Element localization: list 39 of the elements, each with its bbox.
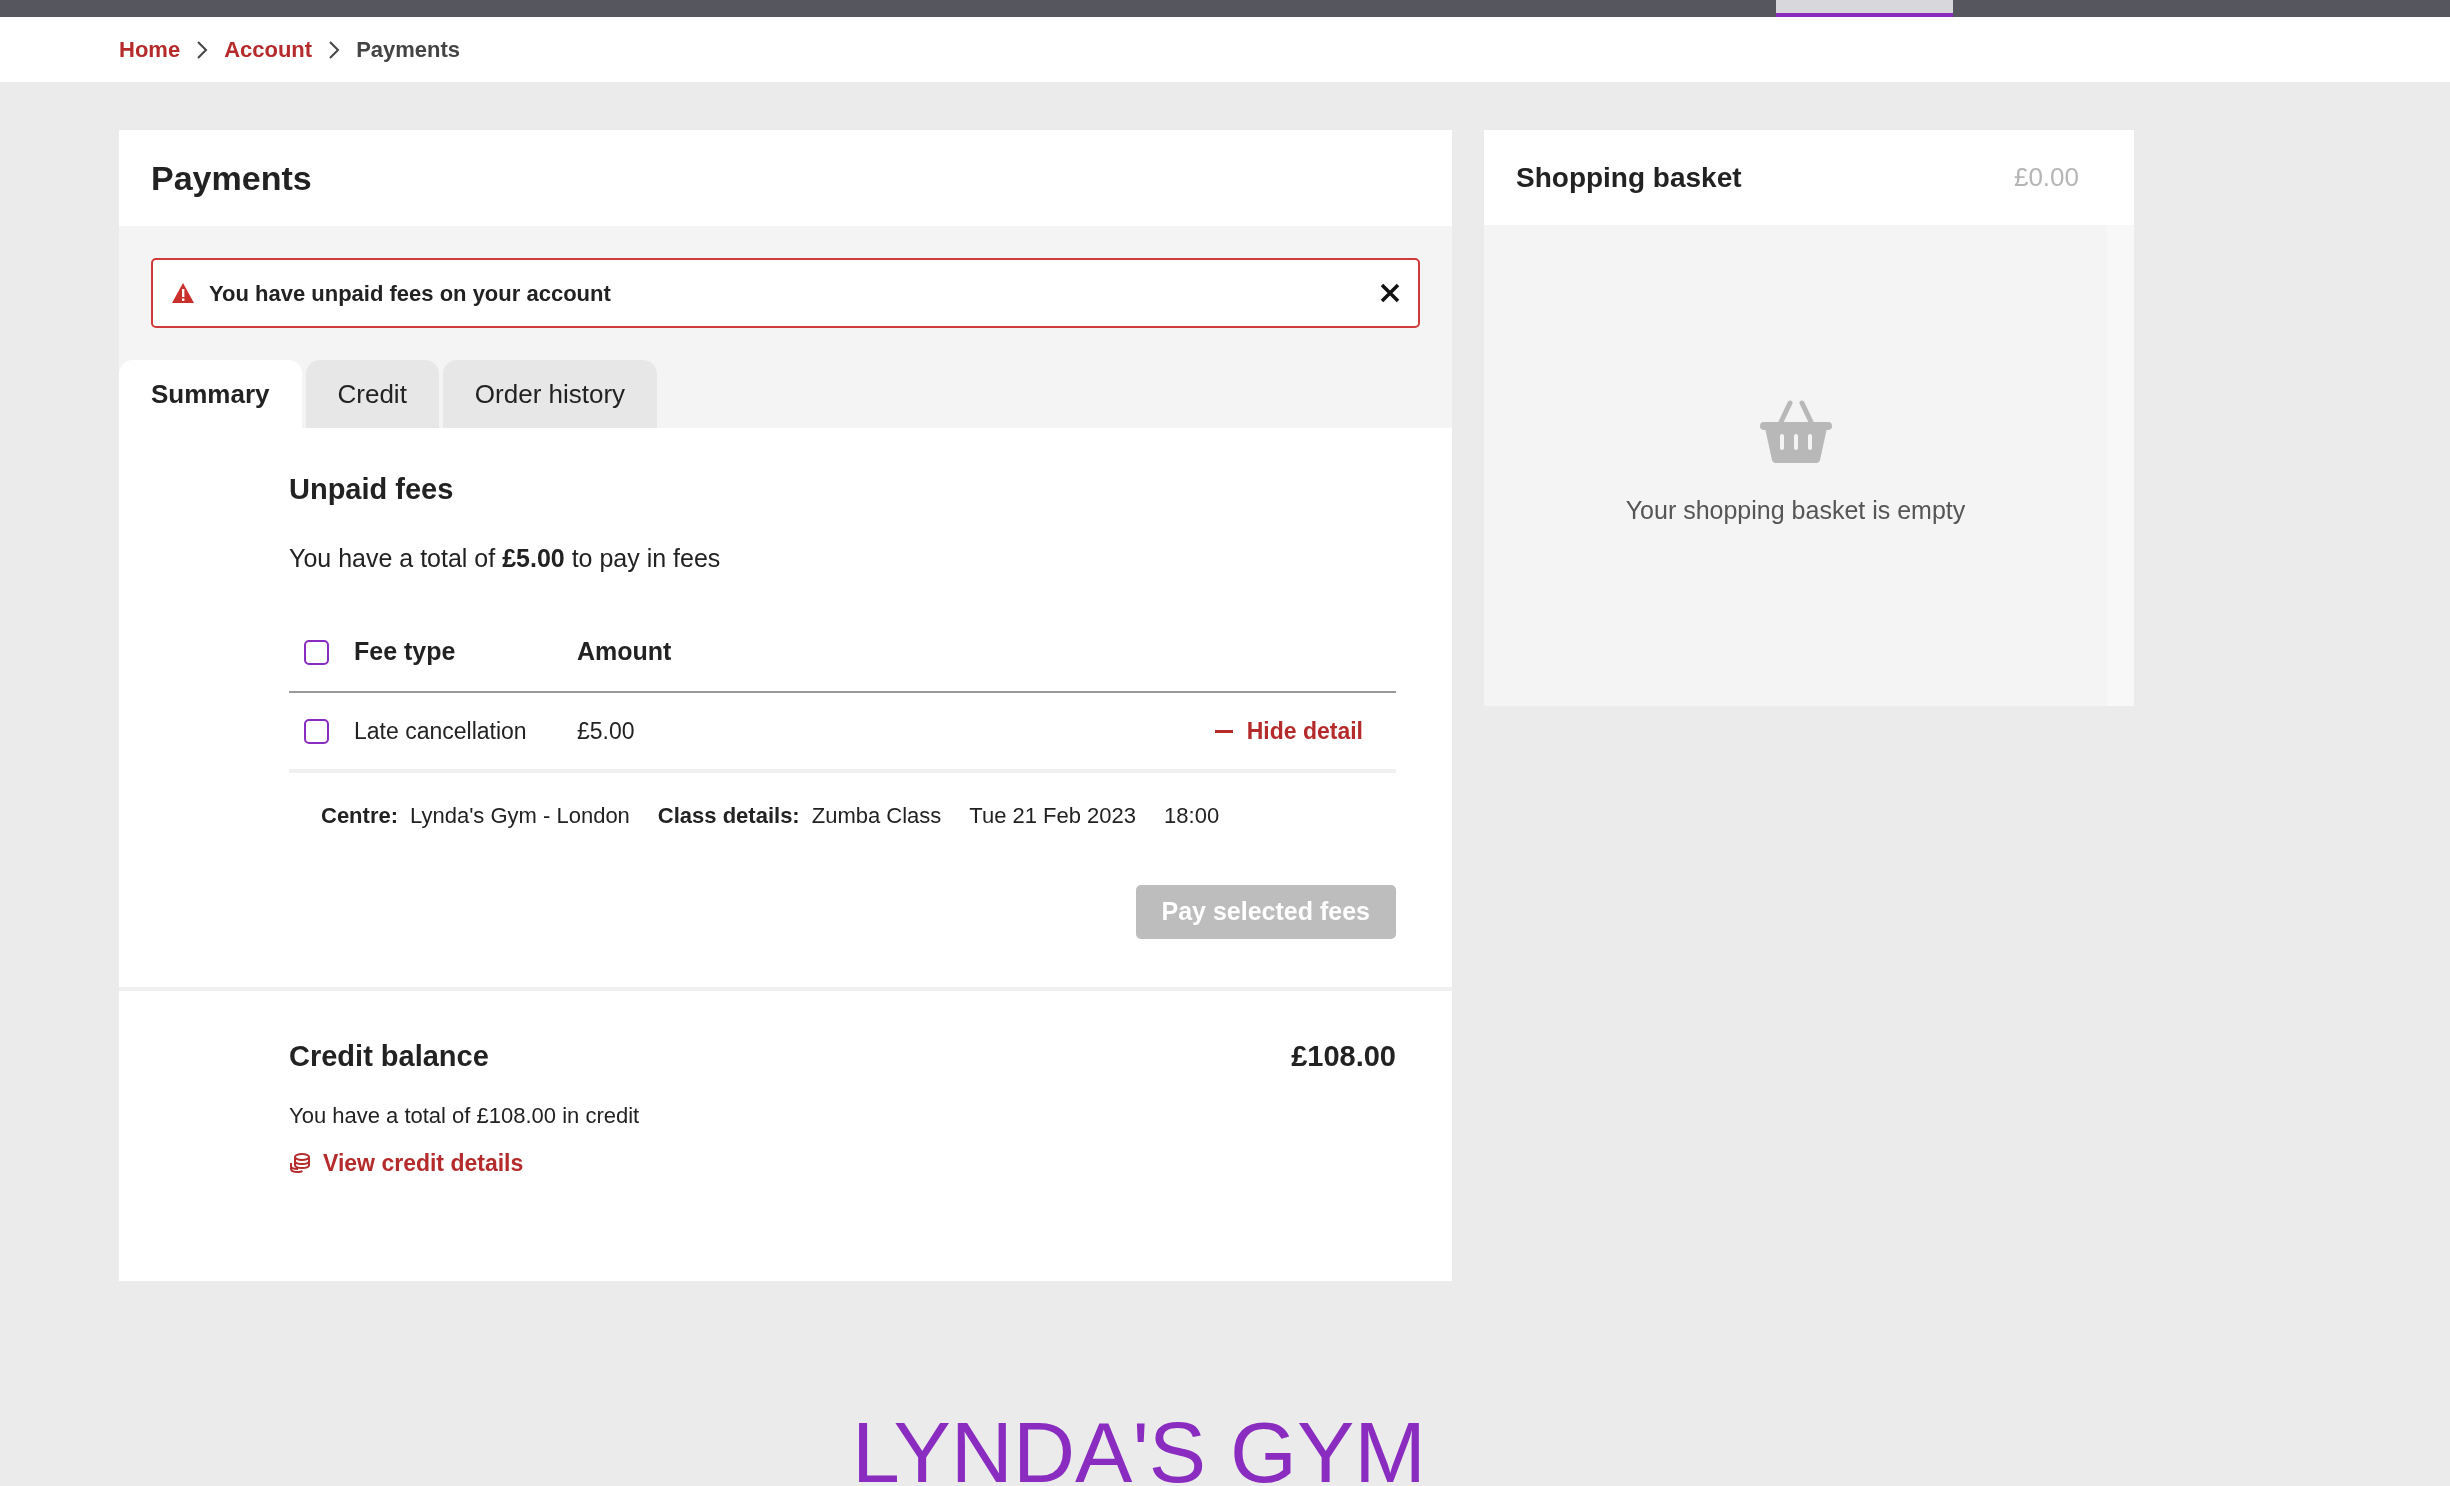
chevron-right-icon: [328, 39, 341, 60]
empty-basket-message: Your shopping basket is empty: [1625, 495, 1966, 526]
tab[interactable]: Summary: [119, 360, 302, 428]
detail-label: Centre:: [321, 801, 398, 830]
credit-summary: You have a total of £108.00 in credit: [289, 1101, 641, 1130]
fees-summary: You have a total of £5.00 to pay in fees: [289, 542, 722, 574]
detail-value: Zumba Class: [811, 801, 942, 830]
tab[interactable]: Order history: [442, 360, 658, 428]
close-icon[interactable]: [1380, 283, 1400, 303]
coins-icon: [289, 1151, 311, 1174]
breadcrumb-link[interactable]: Home: [119, 33, 181, 66]
detail-label: Class details:: [657, 801, 800, 830]
breadcrumb-current: Payments: [356, 36, 461, 64]
active-nav-tab[interactable]: [1776, 0, 1953, 17]
minus-icon: [1214, 729, 1233, 733]
alert-message: You have unpaid fees on your account: [209, 279, 612, 308]
breadcrumb-link[interactable]: Account: [224, 33, 313, 66]
credit-amount: £108.00: [1291, 1039, 1396, 1074]
chevron-right-icon: [196, 39, 209, 60]
basket-title: Shopping basket: [1516, 160, 1742, 195]
column-header: Fee type: [354, 636, 457, 668]
toggle-detail-link[interactable]: Hide detail: [1214, 713, 1381, 749]
gym-logo: LYNDA'S GYM: [852, 1409, 1426, 1486]
section-title: Unpaid fees: [289, 472, 455, 507]
view-credit-details-link[interactable]: View credit details: [289, 1145, 1396, 1180]
table-cell-text: Late cancellation: [354, 716, 528, 746]
detail-value: Lynda's Gym - London: [410, 801, 630, 830]
detail-value: Tue 21 Feb 2023: [969, 801, 1137, 830]
detail-value: 18:00: [1164, 801, 1220, 830]
checkbox[interactable]: [304, 718, 329, 744]
basket-icon: [1759, 400, 1832, 464]
warning-icon: [171, 282, 195, 304]
page-title: Payments: [151, 157, 312, 199]
checkbox[interactable]: [304, 639, 329, 665]
column-header: Amount: [577, 636, 672, 668]
basket-total: £0.00: [2013, 161, 2079, 194]
table-cell-text: £5.00: [577, 716, 636, 746]
section-title: Credit balance: [289, 1039, 489, 1074]
tab[interactable]: Credit: [305, 360, 439, 428]
